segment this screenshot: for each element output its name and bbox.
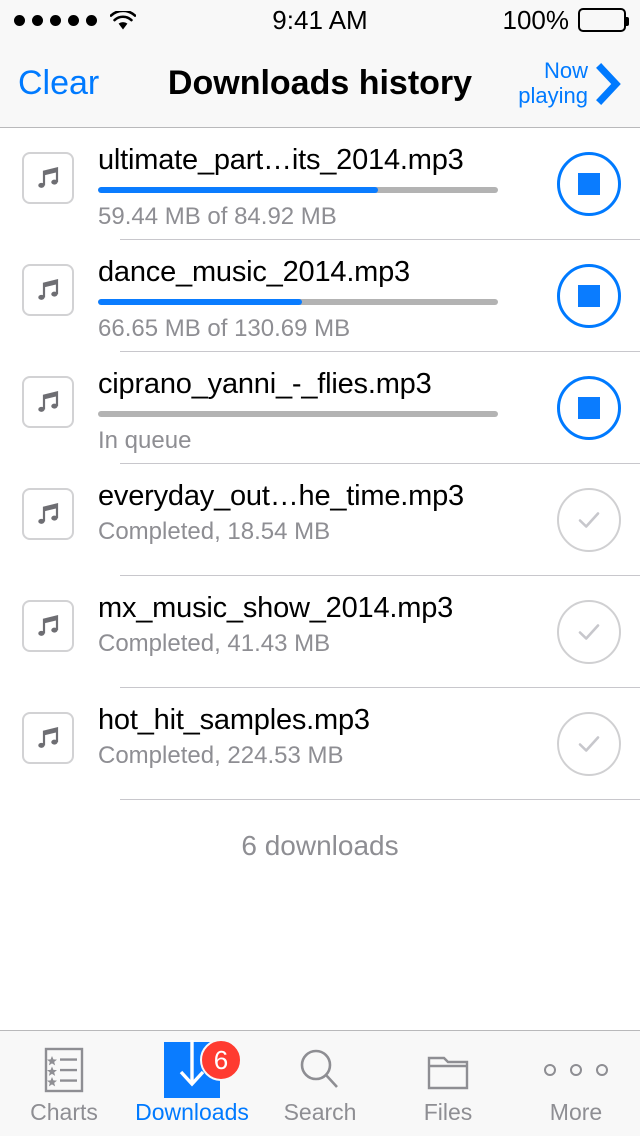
now-playing-line2: playing — [518, 82, 588, 108]
tab-badge: 6 — [200, 1039, 242, 1081]
battery-full-icon — [578, 8, 629, 32]
music-note-icon — [22, 376, 74, 428]
tab-label: More — [549, 1099, 603, 1125]
download-filename: everyday_out…he_time.mp3 — [98, 480, 464, 512]
tab-files[interactable]: Files — [384, 1031, 512, 1136]
music-note-icon — [22, 488, 74, 540]
download-filename: hot_hit_samples.mp3 — [98, 704, 370, 736]
download-status-label: Completed, 18.54 MB — [98, 518, 331, 546]
music-note-icon — [22, 264, 74, 316]
download-info: ciprano_yanni_-_flies.mp3 In queue — [98, 352, 556, 456]
downloads-list: ultimate_part…its_2014.mp3 59.44 MB of 8… — [0, 128, 640, 1030]
tab-bar: Charts 6 Downloads Search Files More — [0, 1030, 640, 1136]
download-status-label: Completed, 224.53 MB — [98, 742, 344, 770]
stop-button[interactable] — [557, 152, 621, 216]
download-action[interactable] — [556, 464, 622, 576]
download-row-2[interactable]: ciprano_yanni_-_flies.mp3 In queue — [0, 352, 640, 464]
clear-button[interactable]: Clear — [18, 64, 99, 103]
download-filename: ciprano_yanni_-_flies.mp3 — [98, 368, 432, 400]
stop-button[interactable] — [557, 264, 621, 328]
music-note-icon — [22, 152, 74, 204]
download-status-label: In queue — [98, 427, 192, 455]
chevron-right-icon — [596, 62, 622, 105]
download-action[interactable] — [556, 352, 622, 464]
checkmark-circle-icon[interactable] — [557, 712, 621, 776]
row-separator — [120, 799, 640, 800]
download-row-5[interactable]: hot_hit_samples.mp3 Completed, 224.53 MB — [0, 688, 640, 800]
download-row-4[interactable]: mx_music_show_2014.mp3 Completed, 41.43 … — [0, 576, 640, 688]
download-progress-fill — [98, 299, 302, 306]
charts-list-icon — [38, 1043, 90, 1097]
download-info: dance_music_2014.mp3 66.65 MB of 130.69 … — [98, 240, 556, 344]
music-note-icon — [22, 600, 74, 652]
download-action[interactable] — [556, 240, 622, 352]
now-playing-line1: Now — [543, 57, 588, 83]
ellipsis-icon — [544, 1043, 608, 1097]
app-screen: 9:41 AM 100% Clear Downloads history Now… — [0, 0, 640, 1136]
search-icon — [294, 1043, 346, 1097]
now-playing-label: Now playing — [518, 57, 588, 108]
folder-icon — [422, 1043, 474, 1097]
tab-charts[interactable]: Charts — [0, 1031, 128, 1136]
navigation-bar: Clear Downloads history Now playing — [0, 40, 640, 128]
download-progress-bar — [98, 187, 498, 194]
tab-label: Search — [283, 1099, 357, 1125]
download-row-1[interactable]: dance_music_2014.mp3 66.65 MB of 130.69 … — [0, 240, 640, 352]
download-progress-bar — [98, 411, 498, 418]
download-progress-bar — [98, 299, 498, 306]
download-status-label: Completed, 41.43 MB — [98, 630, 331, 658]
checkmark-circle-icon[interactable] — [557, 600, 621, 664]
tab-label: Downloads — [135, 1099, 249, 1125]
download-info: everyday_out…he_time.mp3 Completed, 18.5… — [98, 464, 556, 547]
download-action[interactable] — [556, 688, 622, 800]
checkmark-circle-icon[interactable] — [557, 488, 621, 552]
download-info: ultimate_part…its_2014.mp3 59.44 MB of 8… — [98, 128, 556, 232]
download-action[interactable] — [556, 128, 622, 240]
download-status-label: 59.44 MB of 84.92 MB — [98, 203, 337, 231]
download-action[interactable] — [556, 576, 622, 688]
download-status-label: 66.65 MB of 130.69 MB — [98, 315, 351, 343]
download-info: mx_music_show_2014.mp3 Completed, 41.43 … — [98, 576, 556, 659]
tab-label: Files — [423, 1099, 473, 1125]
download-info: hot_hit_samples.mp3 Completed, 224.53 MB — [98, 688, 556, 771]
tab-more[interactable]: More — [512, 1031, 640, 1136]
status-bar-time: 9:41 AM — [272, 5, 368, 35]
stop-button[interactable] — [557, 376, 621, 440]
download-filename: mx_music_show_2014.mp3 — [98, 592, 454, 624]
download-filename: ultimate_part…its_2014.mp3 — [98, 144, 464, 176]
download-arrow-icon: 6 — [164, 1039, 242, 1098]
music-note-icon — [22, 712, 74, 764]
download-row-3[interactable]: everyday_out…he_time.mp3 Completed, 18.5… — [0, 464, 640, 576]
tab-search[interactable]: Search — [256, 1031, 384, 1136]
tab-downloads[interactable]: 6 Downloads — [128, 1031, 256, 1136]
tab-label: Charts — [30, 1099, 98, 1125]
download-filename: dance_music_2014.mp3 — [98, 256, 410, 288]
downloads-count-label: 6 downloads — [241, 830, 399, 861]
download-row-0[interactable]: ultimate_part…its_2014.mp3 59.44 MB of 8… — [0, 128, 640, 240]
status-bar: 9:41 AM 100% — [0, 0, 640, 40]
now-playing-button[interactable]: Now playing — [518, 57, 622, 108]
download-progress-fill — [98, 187, 378, 194]
